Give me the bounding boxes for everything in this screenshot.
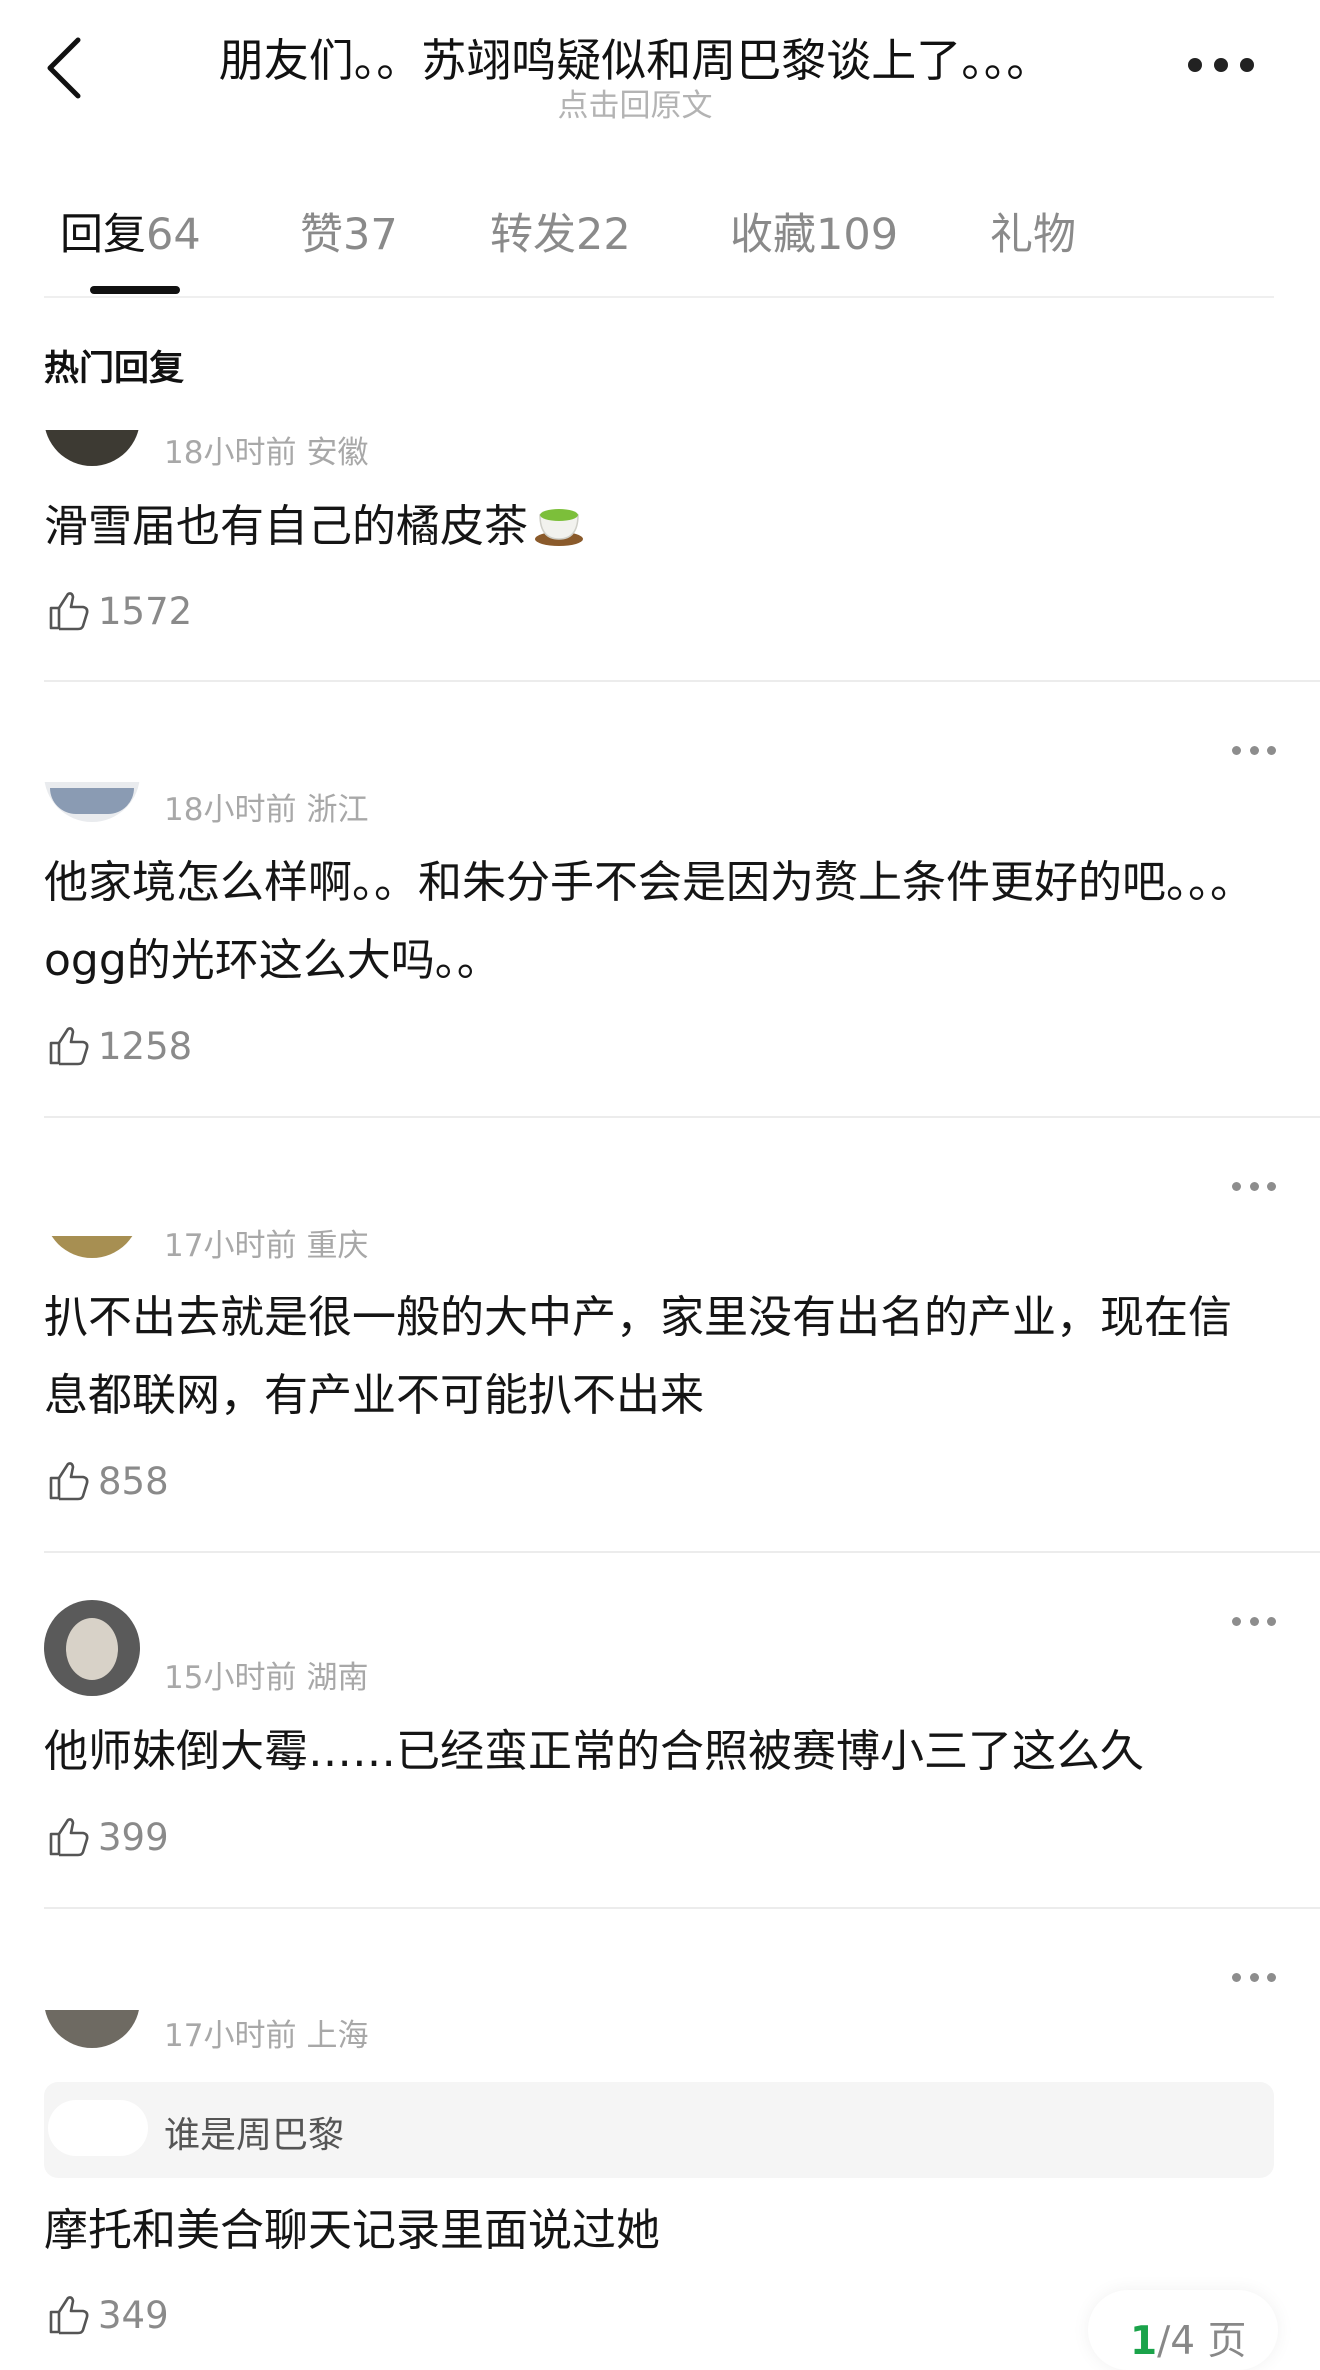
thumbs-up-icon — [49, 1462, 89, 1501]
comment-more-icon[interactable] — [1232, 746, 1276, 756]
comment-meta: 18小时前 浙江 — [164, 792, 369, 828]
tab-favorites[interactable]: 收藏109 — [730, 200, 990, 270]
quoted-reply-text: 谁是周巴黎 — [164, 2115, 345, 2156]
avatar[interactable] — [44, 430, 140, 466]
comment-meta: 17小时前 重庆 — [164, 1228, 369, 1264]
comment-more-icon[interactable] — [1232, 1182, 1276, 1192]
quoted-reply[interactable]: 谁是周巴黎 — [44, 2082, 1274, 2178]
like-button[interactable]: 858 — [46, 1456, 169, 1506]
back-to-original-link[interactable]: 点击回原文 — [150, 80, 1120, 125]
thumbs-up-icon — [49, 2296, 89, 2335]
current-page: 1 — [1130, 2319, 1158, 2364]
comment-meta: 17小时前 上海 — [164, 2018, 369, 2054]
avatar[interactable] — [44, 1600, 140, 1696]
total-pages: /4 页 — [1157, 2319, 1247, 2364]
comment-divider — [44, 1907, 1320, 1909]
comment-text: 扒不出去就是很一般的大中产，家里没有出名的产业，现在信息都联网，有产业不可能扒不… — [44, 1292, 1232, 1421]
tab-reposts[interactable]: 转发22 — [490, 200, 730, 270]
active-tab-indicator — [90, 286, 180, 294]
comment-meta: 18小时前 安徽 — [164, 435, 369, 471]
thumbs-up-icon — [49, 1818, 89, 1857]
comment-divider — [44, 1116, 1320, 1118]
comment-divider — [44, 680, 1320, 682]
back-arrow-icon[interactable] — [44, 36, 84, 100]
comment-text: 他家境怎么样啊。。和朱分手不会是因为赘上条件更好的吧。。。ogg的光环这么大吗。… — [44, 857, 1254, 986]
thumbs-up-icon — [49, 592, 89, 631]
tab-bar: 回复64 赞37 转发22 收藏109 礼物 — [60, 200, 1076, 270]
comment-meta: 15小时前 湖南 — [164, 1660, 369, 1696]
comment-more-icon[interactable] — [1232, 1973, 1276, 1983]
tab-gifts[interactable]: 礼物 — [990, 200, 1076, 270]
tabs-divider — [44, 296, 1274, 298]
comment-text: 他师妹倒大霉……已经蛮正常的合照被赛博小三了这么久 — [44, 1726, 1144, 1777]
comment-divider — [44, 1551, 1320, 1553]
more-options-icon[interactable] — [1188, 58, 1254, 74]
like-button[interactable]: 399 — [46, 1812, 169, 1862]
page-indicator[interactable]: 1/4 页 — [1088, 2290, 1278, 2370]
like-button[interactable]: 349 — [46, 2290, 169, 2340]
avatar[interactable] — [44, 726, 140, 822]
tea-icon — [535, 509, 583, 546]
hot-replies-heading: 热门回复 — [44, 349, 185, 389]
tab-replies[interactable]: 回复64 — [60, 200, 300, 270]
comment-more-icon[interactable] — [1232, 1617, 1276, 1627]
quoted-username — [48, 2100, 148, 2156]
thumbs-up-icon — [49, 1027, 89, 1066]
like-button[interactable]: 1572 — [46, 586, 192, 636]
avatar[interactable] — [44, 1952, 140, 2048]
tab-likes[interactable]: 赞37 — [300, 200, 490, 270]
comment-text: 摩托和美合聊天记录里面说过她 — [44, 2205, 660, 2256]
like-button[interactable]: 1258 — [46, 1021, 192, 1071]
comment-text: 滑雪届也有自己的橘皮茶 — [44, 488, 1264, 566]
avatar[interactable] — [44, 1236, 140, 1258]
